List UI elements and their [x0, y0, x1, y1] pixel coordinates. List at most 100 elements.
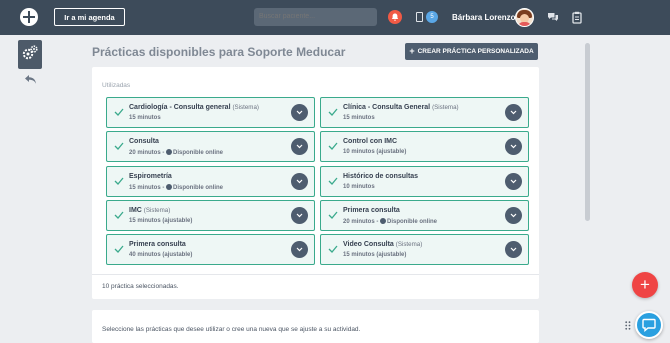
globe-icon: [380, 217, 387, 224]
check-icon: [114, 177, 124, 185]
expand-button[interactable]: [291, 172, 308, 190]
practice-card[interactable]: Primera consulta 20 minutos - Disponible …: [320, 199, 529, 231]
practice-name: Espirometría: [129, 172, 172, 180]
documents-count-badge: 5: [426, 11, 438, 23]
practice-details: 15 minutos (ajustable): [343, 252, 406, 258]
practice-details: 15 minutos: [343, 115, 375, 121]
practice-duration: 15 minutos (ajustable): [129, 217, 193, 224]
practice-name: IMC: [129, 206, 142, 214]
practice-card[interactable]: Video Consulta (Sistema) 15 minutos (ajus…: [320, 234, 529, 266]
create-button-label: CREAR PRÁCTICA PERSONALIZADA: [417, 48, 534, 55]
add-logo-icon[interactable]: [20, 8, 38, 26]
divider: [92, 274, 539, 275]
chevron-down-icon: [510, 144, 517, 149]
practice-details: 15 minutos (ajustable): [129, 218, 192, 224]
practice-details: 10 minutos: [343, 184, 375, 190]
practice-details: 40 minutos (ajustable): [129, 252, 192, 258]
selected-count: 10 práctica seleccionadas.: [102, 283, 179, 290]
practice-name: Histórico de consultas: [343, 172, 419, 180]
user-name[interactable]: Bárbara Lorenzo: [452, 13, 516, 22]
practice-name: Cardiología - Consulta general: [129, 104, 231, 111]
expand-button[interactable]: [291, 206, 308, 224]
support-chat-button[interactable]: [635, 311, 663, 339]
practice-details: 15 minutos - Disponible online: [129, 183, 223, 191]
top-bar: Ir a mi agenda 5 Bárbara Lorenzo: [0, 0, 670, 35]
globe-icon: [166, 183, 173, 190]
chevron-down-icon: [510, 213, 517, 218]
practice-duration: 10 minutos: [343, 183, 375, 190]
practice-duration: 10 minutos (ajustable): [343, 149, 407, 156]
expand-button[interactable]: [291, 138, 308, 156]
practice-duration: 15 minutos -: [129, 184, 167, 191]
chevron-down-icon: [510, 179, 517, 183]
practice-card[interactable]: Clínica - Consulta General (Sistema) 15 m…: [320, 97, 529, 128]
practice-duration: 15 minutos: [129, 115, 161, 121]
check-icon: [114, 108, 124, 116]
expand-button[interactable]: [505, 104, 522, 121]
chevron-down-icon: [296, 179, 303, 183]
check-icon: [328, 108, 338, 116]
practice-title: IMC (Sistema): [129, 207, 170, 214]
gears-icon: [22, 45, 38, 60]
expand-button[interactable]: [291, 104, 308, 121]
practice-name: Clínica - Consulta General: [343, 104, 431, 111]
expand-button[interactable]: [505, 241, 522, 259]
practice-title: Consulta: [129, 138, 159, 145]
notification-bell-icon[interactable]: [388, 10, 402, 24]
check-icon: [328, 245, 338, 254]
practice-title: Histórico de consultas: [343, 173, 418, 180]
practice-duration: 40 minutos (ajustable): [129, 252, 193, 259]
practice-card[interactable]: IMC (Sistema) 15 minutos (ajustable): [106, 199, 315, 231]
practice-card[interactable]: Control con IMC 10 minutos (ajustable): [320, 131, 529, 163]
clipboard-icon[interactable]: [572, 11, 582, 24]
documents-icon[interactable]: [416, 12, 423, 22]
practices-panel: Utilizadas Cardiología - Consulta genera…: [92, 67, 539, 299]
chat-icon: [642, 318, 656, 332]
back-arrow-icon[interactable]: [24, 74, 37, 85]
practice-card[interactable]: Espirometría 15 minutos - Disponible onli…: [106, 165, 315, 197]
check-icon: [328, 177, 338, 185]
check-icon: [114, 142, 124, 151]
user-avatar[interactable]: [515, 8, 534, 27]
expand-button[interactable]: [291, 241, 308, 259]
practice-name: Consulta: [129, 138, 159, 146]
practice-details: 20 minutos - Disponible online: [343, 217, 437, 225]
practice-name: Primera consulta: [343, 206, 400, 214]
practice-title: Control con IMC: [343, 138, 397, 145]
practice-card[interactable]: Consulta 20 minutos - Disponible online: [106, 131, 315, 163]
patient-search-input[interactable]: [254, 8, 377, 26]
create-custom-practice-button[interactable]: + CREAR PRÁCTICA PERSONALIZADA: [405, 43, 538, 60]
practice-title: Cardiología - Consulta general (Sistema): [129, 104, 259, 111]
chevron-down-icon: [296, 110, 303, 115]
go-to-agenda-button[interactable]: Ir a mi agenda: [54, 8, 125, 26]
expand-button[interactable]: [505, 206, 522, 224]
section-label-used: Utilizadas: [102, 82, 131, 89]
floating-add-button[interactable]: +: [632, 272, 658, 298]
page-scrollbar[interactable]: [585, 43, 590, 221]
check-icon: [328, 142, 338, 151]
check-icon: [114, 211, 124, 219]
practice-card[interactable]: Histórico de consultas 10 minutos: [320, 165, 529, 197]
practice-title: Primera consulta: [129, 241, 186, 248]
chevron-down-icon: [510, 110, 517, 115]
practice-card[interactable]: Primera consulta 40 minutos (ajustable): [106, 234, 315, 266]
practice-duration: 15 minutos: [343, 115, 375, 121]
settings-tile[interactable]: [18, 40, 42, 69]
practice-duration: 20 minutos -: [343, 218, 381, 225]
expand-button[interactable]: [505, 138, 522, 156]
system-tag: (Sistema): [143, 206, 171, 214]
practice-duration: 20 minutos -: [129, 150, 167, 157]
practice-name: Control con IMC: [343, 138, 398, 146]
practice-title: Primera consulta: [343, 207, 400, 214]
check-icon: [328, 211, 338, 219]
chat-bubbles-icon[interactable]: [547, 12, 559, 22]
help-panel: Seleccione las prácticas que desee utili…: [92, 310, 539, 343]
practice-title: Clínica - Consulta General (Sistema): [343, 104, 459, 111]
practice-card[interactable]: Cardiología - Consulta general (Sistema)…: [106, 97, 315, 128]
practice-details: 10 minutos (ajustable): [343, 149, 406, 155]
drag-handle-icon[interactable]: [625, 321, 631, 330]
help-text: Seleccione las prácticas que desee utili…: [102, 326, 361, 333]
expand-button[interactable]: [505, 172, 522, 190]
chevron-down-icon: [510, 247, 517, 252]
chevron-down-icon: [296, 144, 303, 149]
